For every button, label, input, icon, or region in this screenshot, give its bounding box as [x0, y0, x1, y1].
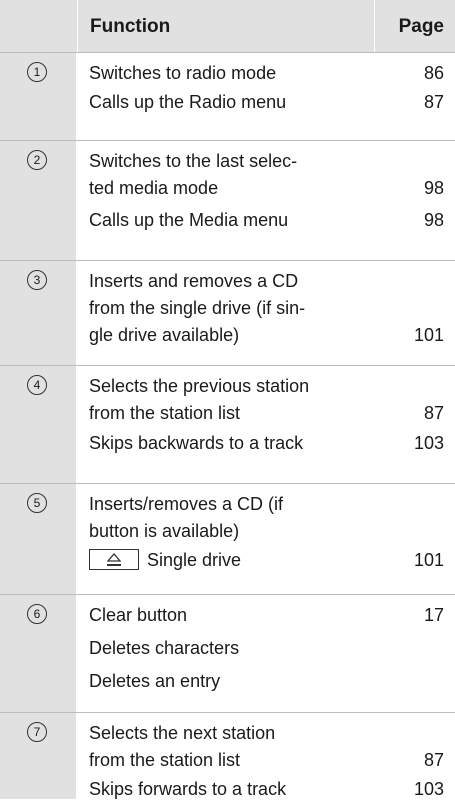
eject-triangle-icon	[107, 553, 121, 562]
eject-key-label: Single drive	[147, 550, 242, 570]
function-text: Calls up the Radio menu	[89, 92, 287, 112]
circled-number-5: 5	[27, 493, 47, 513]
table-row: Selects the previous station from the st…	[77, 373, 455, 427]
function-text-line: Selects the next station	[89, 723, 276, 743]
table-row-group-3: 3 Inserts and removes a CD from the sing…	[0, 261, 455, 366]
table-row: Inserts and removes a CD from the single…	[77, 268, 455, 349]
row-number-cell: 3	[0, 261, 77, 365]
table-row-group-2: 2 Switches to the last selec- ted media …	[0, 141, 455, 261]
page-number: 101	[413, 325, 444, 345]
function-text: Calls up the Media menu	[89, 210, 289, 230]
function-text: Switches to radio mode	[89, 63, 277, 83]
row-number-cell: 2	[0, 141, 77, 260]
table-row: Selects the next station from the statio…	[77, 720, 455, 774]
table-row: Switches to radio mode 86	[77, 60, 455, 87]
page-number: 98	[423, 178, 444, 198]
table-header: Function Page	[0, 0, 455, 53]
table-row-group-6: 6 Clear button 17 Deletes characters Del…	[0, 595, 455, 713]
table-row: Inserts/removes a CD (if button is avail…	[77, 491, 455, 545]
table-row: Calls up the Radio menu 87	[77, 89, 455, 116]
table-row: Single drive 101	[77, 547, 455, 574]
circled-number-1: 1	[27, 62, 47, 82]
row-number-cell: 5	[0, 484, 77, 594]
function-text-line: from the single drive (if sin-	[89, 298, 306, 318]
eject-bar	[107, 564, 121, 566]
circled-number-2: 2	[27, 150, 47, 170]
row-number-cell: 4	[0, 366, 77, 483]
header-number-cell	[0, 0, 78, 52]
table-row-group-7: 7 Selects the next station from the stat…	[0, 713, 455, 799]
table-row: Switches to the last selec- ted media mo…	[77, 148, 455, 202]
function-text-line: Selects the previous station	[89, 376, 310, 396]
table-row-group-1: 1 Switches to radio mode 86 Calls up the…	[0, 53, 455, 141]
eject-key-icon	[89, 549, 139, 570]
page-number: 87	[423, 403, 444, 423]
circled-number-4: 4	[27, 375, 47, 395]
page-number: 87	[423, 92, 444, 112]
function-table: Function Page 1 Switches to radio mode 8…	[0, 0, 455, 799]
function-text: Deletes characters	[89, 638, 240, 658]
row-number-cell: 6	[0, 595, 77, 712]
function-text: Single drive	[77, 547, 374, 574]
function-text-line: Inserts/removes a CD (if	[89, 494, 284, 514]
circled-number-6: 6	[27, 604, 47, 624]
page-number: 103	[413, 433, 444, 453]
page-number: 87	[423, 750, 444, 770]
table-row: Calls up the Media menu 98	[77, 207, 455, 234]
row-number-cell: 7	[0, 713, 77, 799]
page-number: 101	[413, 550, 444, 570]
function-text: Selects the next station from the statio…	[77, 720, 374, 774]
page-number: 86	[423, 63, 444, 83]
function-text: Switches to the last selec- ted media mo…	[77, 148, 374, 202]
page-number: 17	[423, 605, 444, 625]
table-row: Skips backwards to a track 103	[77, 430, 455, 457]
function-text: Clear button	[89, 605, 188, 625]
table-row: Deletes an entry	[77, 668, 455, 695]
function-text: Inserts and removes a CD from the single…	[77, 268, 374, 349]
table-row: Clear button 17	[77, 602, 455, 629]
function-text-line: Inserts and removes a CD	[89, 271, 299, 291]
function-text: Inserts/removes a CD (if button is avail…	[77, 491, 374, 545]
circled-number-7: 7	[27, 722, 47, 742]
function-text-line: button is available)	[89, 521, 240, 541]
table-row-group-5: 5 Inserts/removes a CD (if button is ava…	[0, 484, 455, 595]
circled-number-3: 3	[27, 270, 47, 290]
table-row-group-4: 4 Selects the previous station from the …	[0, 366, 455, 484]
function-text: Skips backwards to a track	[89, 433, 304, 453]
function-text: Deletes an entry	[89, 671, 221, 691]
function-text-line: gle drive available)	[89, 325, 240, 345]
function-text: Selects the previous station from the st…	[77, 373, 374, 427]
function-text-line: ted media mode	[89, 178, 219, 198]
function-text-line: Switches to the last selec-	[89, 151, 298, 171]
function-text-line: from the station list	[89, 750, 241, 770]
header-function: Function	[78, 0, 375, 52]
table-row: Deletes characters	[77, 635, 455, 662]
page-number: 98	[423, 210, 444, 230]
header-page: Page	[398, 16, 444, 37]
function-text-line: from the station list	[89, 403, 241, 423]
row-number-cell: 1	[0, 53, 77, 140]
